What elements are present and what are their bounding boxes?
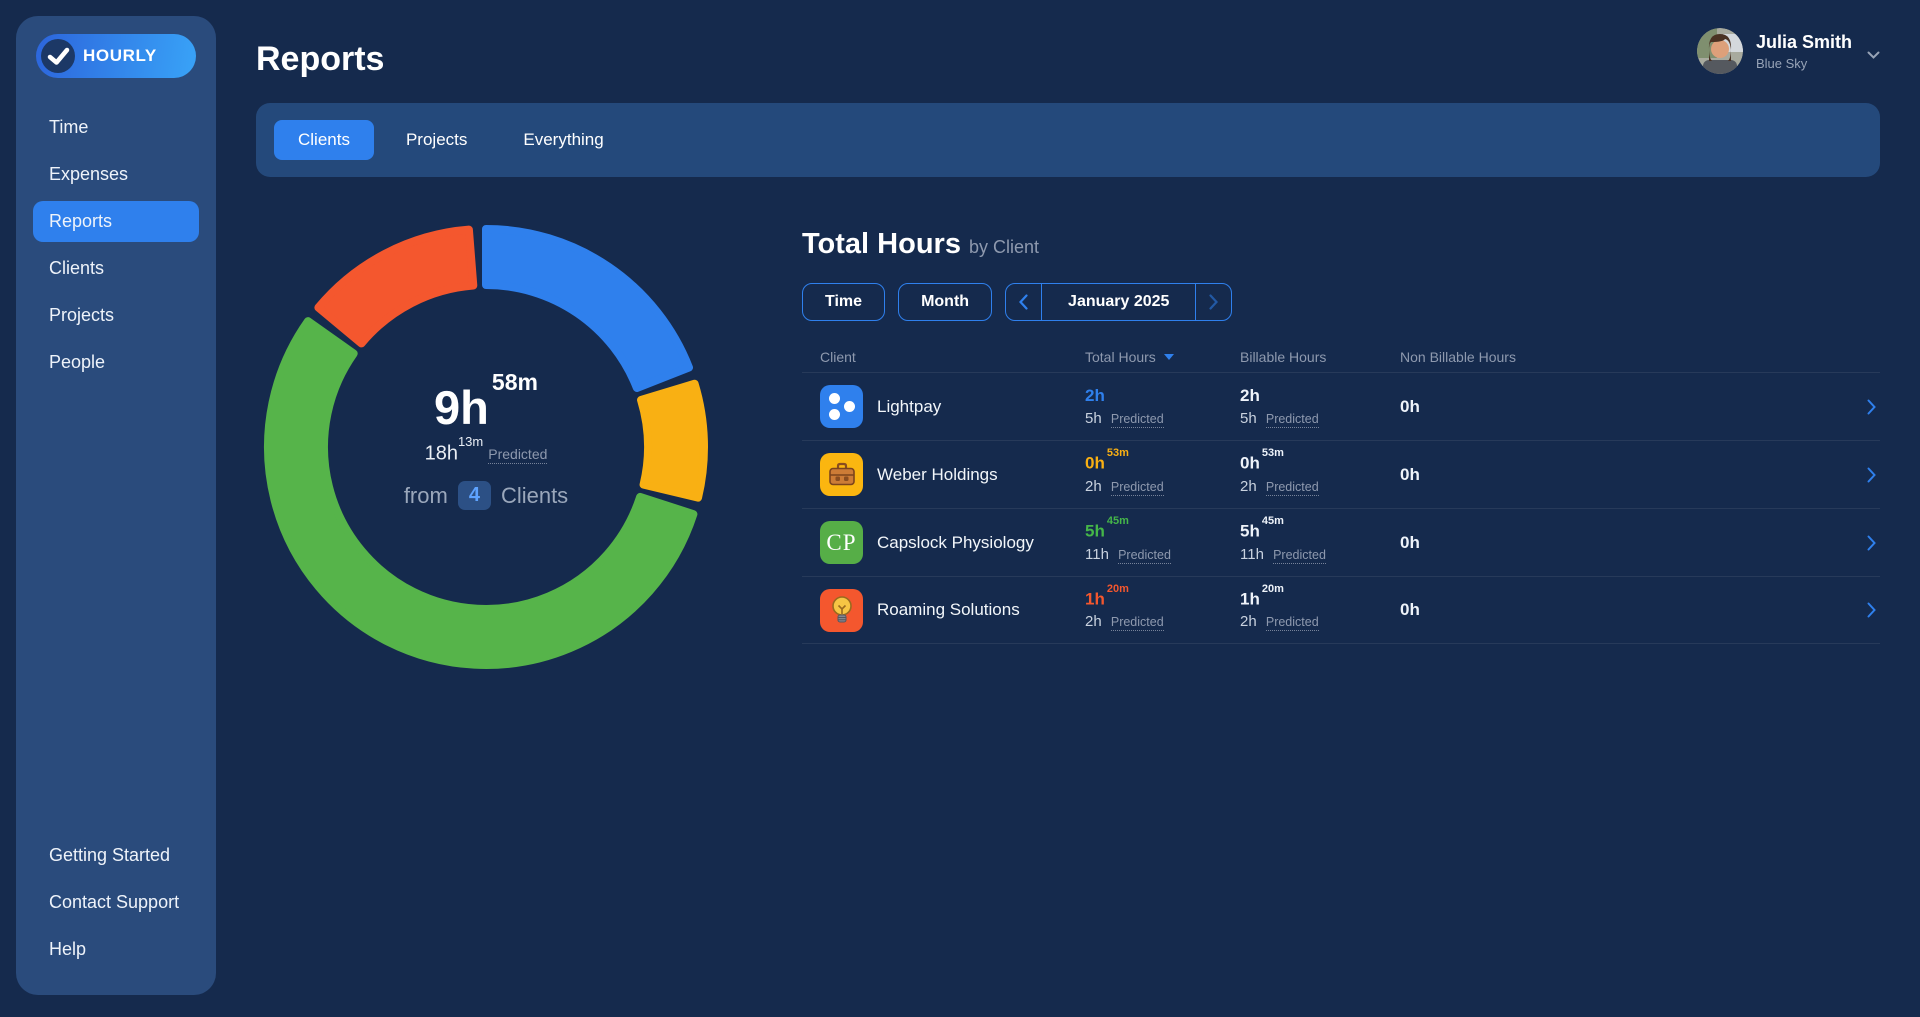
chevron-down-icon	[1867, 46, 1880, 64]
billable-hours-cell: 1h20m 2h Predicted	[1240, 582, 1319, 632]
page-title: Reports	[256, 40, 385, 78]
donut-chart: 9h 58m 18h13mPredicted from 4 Clients	[260, 221, 712, 673]
sidebar-item-expenses[interactable]: Expenses	[16, 151, 216, 198]
non-billable-hours-cell: 0h	[1400, 464, 1420, 484]
sidebar-item-reports[interactable]: Reports	[33, 201, 199, 242]
sidebar-item-clients[interactable]: Clients	[16, 245, 216, 292]
total-hours-cell: 5h45m 11h Predicted	[1085, 515, 1171, 564]
sidebar-item-getting-started[interactable]: Getting Started	[16, 832, 216, 879]
client-cell: Roaming Solutions	[820, 588, 1085, 632]
client-icon-lightbulb	[820, 588, 863, 632]
user-company: Blue Sky	[1755, 55, 1808, 71]
column-billable-hours: Billable Hours	[1240, 349, 1327, 365]
total-hours-cell: 1h20m 2h Predicted	[1085, 582, 1164, 632]
client-icon-dots	[820, 385, 863, 428]
billable-hours-cell: 2h 5h Predicted	[1240, 385, 1319, 428]
sidebar-nav: Time Expenses Reports Clients Projects People	[16, 104, 216, 386]
avatar	[1696, 28, 1743, 74]
logo-text: HOURLY	[83, 46, 157, 65]
next-month-button[interactable]	[1195, 284, 1231, 320]
report-subtitle: by Client	[968, 237, 1039, 257]
sidebar-item-help[interactable]: Help	[16, 926, 216, 973]
client-cell: Lightpay	[820, 385, 1085, 428]
report-panel: Total Hours by Client Time Month January …	[802, 228, 1880, 644]
client-icon-briefcase	[820, 453, 863, 496]
donut-segment-lightpay[interactable]	[482, 225, 694, 392]
report-controls: Time Month January 2025	[802, 283, 1880, 321]
sidebar-footer-nav: Getting Started Contact Support Help	[16, 832, 216, 973]
column-client: Client	[820, 349, 856, 365]
date-picker-value[interactable]: January 2025	[1042, 284, 1195, 320]
non-billable-hours-cell: 0h	[1400, 396, 1420, 416]
column-total-hours[interactable]: Total Hours	[1085, 349, 1240, 365]
row-chevron-right-icon[interactable]	[1867, 535, 1880, 551]
client-cell: CP Capslock Physiology	[820, 521, 1085, 564]
tab-clients[interactable]: Clients	[274, 120, 374, 160]
client-name: Lightpay	[877, 396, 942, 416]
table-row-weber-holdings[interactable]: Weber Holdings 0h53m 2h Predicted 0h53m …	[802, 440, 1880, 508]
sidebar-item-projects[interactable]: Projects	[16, 292, 216, 339]
non-billable-hours-cell: 0h	[1400, 600, 1420, 619]
clock-check-icon	[40, 38, 76, 74]
row-chevron-right-icon[interactable]	[1867, 399, 1880, 415]
table-row-lightpay[interactable]: Lightpay 2h 5h Predicted 2h 5h Predicted…	[802, 372, 1880, 440]
client-hours-table: Client Total Hours Billable Hours Non Bi…	[802, 342, 1880, 644]
date-picker: January 2025	[1005, 283, 1233, 321]
donut-segment-roaming-solutions[interactable]	[314, 225, 478, 348]
user-menu[interactable]: Julia Smith Blue Sky	[1696, 28, 1880, 74]
time-filter-button[interactable]: Time	[802, 283, 886, 321]
sidebar-item-people[interactable]: People	[16, 339, 216, 386]
total-hours-cell: 2h 5h Predicted	[1085, 385, 1164, 428]
client-icon-cp-monogram: CP	[820, 521, 863, 564]
client-name: Capslock Physiology	[877, 532, 1034, 552]
row-chevron-right-icon[interactable]	[1867, 467, 1880, 483]
sidebar-item-contact-support[interactable]: Contact Support	[16, 879, 216, 926]
table-header: Client Total Hours Billable Hours Non Bi…	[802, 342, 1880, 372]
table-body: Lightpay 2h 5h Predicted 2h 5h Predicted…	[802, 372, 1880, 644]
column-non-billable-hours: Non Billable Hours	[1400, 349, 1516, 365]
previous-month-button[interactable]	[1006, 284, 1043, 320]
sidebar-item-time[interactable]: Time	[16, 104, 216, 151]
sidebar: HOURLY Time Expenses Reports Clients Project…	[16, 16, 216, 995]
tab-projects[interactable]: Projects	[382, 120, 491, 160]
table-row-capslock-physiology[interactable]: CP Capslock Physiology 5h45m 11h Predict…	[802, 508, 1880, 576]
client-name: Roaming Solutions	[877, 600, 1020, 619]
logo: HOURLY	[36, 34, 196, 78]
period-filter-button[interactable]: Month	[898, 283, 993, 321]
user-name: Julia Smith	[1755, 31, 1852, 52]
tab-everything[interactable]: Everything	[499, 120, 627, 160]
donut-segment-weber-holdings[interactable]	[637, 379, 708, 502]
report-title: Total Hours by Client	[802, 228, 1039, 260]
total-hours-cell: 0h53m 2h Predicted	[1085, 447, 1164, 496]
billable-hours-cell: 5h45m 11h Predicted	[1240, 515, 1326, 564]
donut-svg	[264, 225, 708, 669]
client-cell: Weber Holdings	[820, 453, 1085, 496]
sort-desc-icon	[1163, 354, 1174, 360]
table-row-roaming-solutions[interactable]: Roaming Solutions 1h20m 2h Predicted 1h2…	[802, 576, 1880, 644]
billable-hours-cell: 0h53m 2h Predicted	[1240, 447, 1319, 496]
non-billable-hours-cell: 0h	[1400, 532, 1420, 552]
report-tabs: Clients Projects Everything	[256, 103, 1880, 177]
client-name: Weber Holdings	[877, 464, 998, 484]
row-chevron-right-icon[interactable]	[1867, 602, 1880, 618]
